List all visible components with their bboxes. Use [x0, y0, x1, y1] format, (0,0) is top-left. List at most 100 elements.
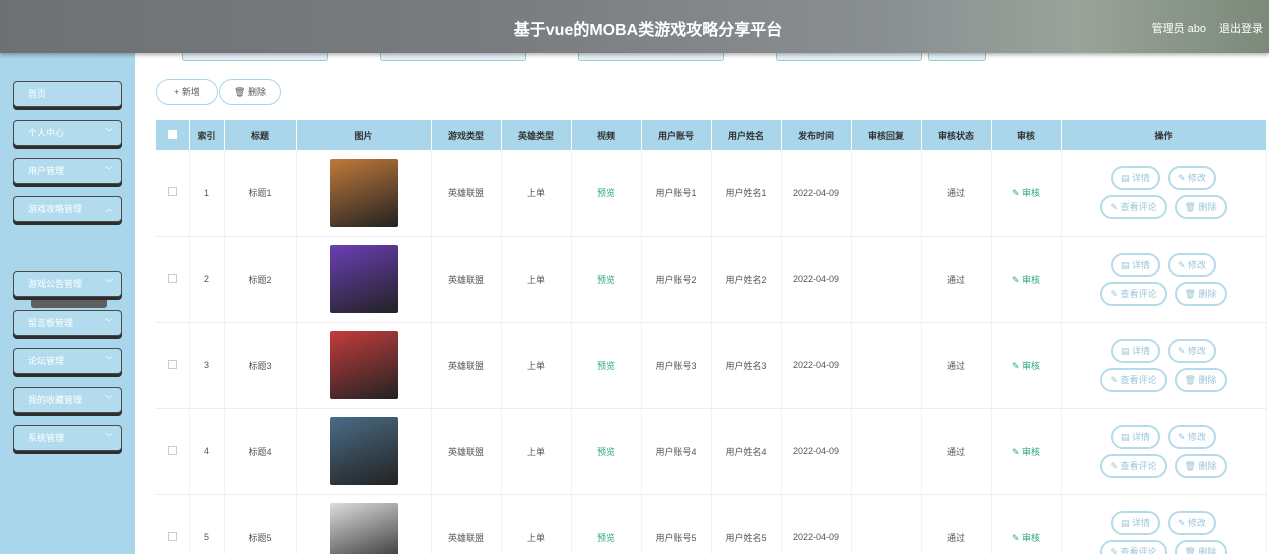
cell-game-type: 英雄联盟	[431, 322, 502, 409]
search-button-stub[interactable]	[928, 53, 986, 61]
audit-label: 审核	[1022, 188, 1041, 199]
add-button[interactable]: + 新增	[156, 79, 218, 105]
trash-icon: 🗑	[1184, 546, 1199, 554]
col-image: 图片	[296, 120, 432, 150]
cell-title: 标题1	[224, 150, 297, 237]
sidebar-item-home[interactable]: 首页	[13, 81, 122, 107]
cell-reply	[851, 150, 922, 237]
comments-button[interactable]: ✎ 查看评论	[1100, 539, 1167, 554]
cell-title: 标题5	[224, 494, 297, 554]
sidebar-item-personal[interactable]: 个人中心 ﹀	[13, 120, 122, 146]
edit-button[interactable]: ✎ 修改	[1167, 424, 1217, 449]
search-field-stub[interactable]	[776, 53, 922, 61]
cell-index: 5	[189, 494, 225, 554]
search-field-stub[interactable]	[380, 53, 526, 61]
delete-button[interactable]: 🗑 删除	[1174, 539, 1227, 554]
edit-icon: ✎	[1110, 202, 1121, 213]
thumbnail-image[interactable]	[329, 331, 398, 399]
comments-button[interactable]: ✎ 查看评论	[1100, 367, 1167, 392]
audit-link[interactable]: ✎ 审核	[1012, 361, 1040, 371]
search-field-stub[interactable]	[578, 53, 724, 61]
cell-date: 2022-04-09	[781, 494, 852, 554]
cell-title: 标题3	[224, 322, 297, 409]
delete-button[interactable]: 🗑 删除	[1174, 367, 1227, 392]
cell-title: 标题2	[224, 236, 297, 323]
preview-link[interactable]: 预览	[597, 275, 615, 285]
chevron-down-icon: ﹀	[105, 166, 113, 175]
detail-button[interactable]: ▤ 详情	[1110, 510, 1160, 535]
row-checkbox[interactable]	[156, 150, 190, 237]
detail-button[interactable]: ▤ 详情	[1110, 424, 1160, 449]
comments-button[interactable]: ✎ 查看评论	[1100, 195, 1167, 220]
col-game-type: 游戏类型	[431, 120, 502, 150]
edit-button[interactable]: ✎ 修改	[1167, 166, 1217, 191]
sidebar-item-label: 系统管理	[28, 433, 65, 443]
audit-link[interactable]: ✎ 审核	[1012, 188, 1040, 198]
row-checkbox[interactable]	[156, 236, 190, 323]
select-all-checkbox[interactable]	[156, 120, 190, 150]
sidebar-item-favorites[interactable]: 我的收藏管理 ﹀	[13, 387, 122, 413]
sidebar-item-label: 留言板管理	[28, 318, 74, 328]
delete-button[interactable]: 🗑 删除	[1174, 195, 1227, 220]
sidebar-item-label: 我的收藏管理	[28, 395, 83, 405]
cell-account: 用户账号5	[641, 494, 712, 554]
cell-actions: ▤ 详情 ✎ 修改 ✎ 查看评论 🗑 删除	[1061, 322, 1267, 409]
logout-link[interactable]: 退出登录	[1219, 20, 1263, 36]
cell-video: 预览	[571, 322, 642, 409]
sidebar-item-announcements[interactable]: 游戏公告管理 ﹀	[13, 271, 122, 297]
delete-label: 删除	[1198, 460, 1217, 471]
cell-account: 用户账号2	[641, 236, 712, 323]
thumbnail-image[interactable]	[329, 503, 398, 554]
preview-link[interactable]: 预览	[597, 188, 615, 198]
thumbnail-image[interactable]	[329, 158, 398, 227]
thumbnail-image[interactable]	[329, 245, 398, 313]
edit-icon: ✎	[1177, 345, 1189, 356]
sidebar-item-guides[interactable]: 游戏攻略管理 ︿	[13, 196, 122, 222]
row-checkbox[interactable]	[156, 494, 190, 554]
cell-actions: ▤ 详情 ✎ 修改 ✎ 查看评论 🗑 删除	[1061, 408, 1267, 495]
search-field-stub[interactable]	[182, 53, 328, 61]
col-audit: 审核	[991, 120, 1062, 150]
cell-game-type: 英雄联盟	[431, 408, 502, 495]
comments-label: 查看评论	[1120, 374, 1157, 385]
cell-name: 用户姓名3	[711, 322, 782, 409]
thumbnail-image[interactable]	[329, 417, 398, 485]
preview-link[interactable]: 预览	[597, 361, 615, 371]
table-row: 1 标题1 英雄联盟 上单 预览 用户账号1 用户姓名1 2022-04-09 …	[156, 150, 1267, 237]
sidebar-item-system[interactable]: 系统管理 ﹀	[13, 425, 122, 451]
delete-button[interactable]: 🗑 删除	[1174, 281, 1227, 306]
detail-button[interactable]: ▤ 详情	[1110, 166, 1160, 191]
cell-actions: ▤ 详情 ✎ 修改 ✎ 查看评论 🗑 删除	[1061, 236, 1267, 323]
cell-actions: ▤ 详情 ✎ 修改 ✎ 查看评论 🗑 删除	[1061, 150, 1267, 237]
sidebar-item-users[interactable]: 用户管理 ﹀	[13, 158, 122, 184]
preview-link[interactable]: 预览	[597, 447, 615, 457]
cell-status: 通过	[921, 236, 992, 323]
cell-date: 2022-04-09	[781, 236, 852, 323]
batch-delete-button[interactable]: 🗑 删除	[219, 79, 281, 105]
trash-icon: 🗑	[1184, 374, 1199, 385]
audit-link[interactable]: ✎ 审核	[1012, 275, 1040, 285]
audit-link[interactable]: ✎ 审核	[1012, 533, 1040, 543]
col-date: 发布时间	[781, 120, 852, 150]
edit-label: 修改	[1188, 173, 1207, 184]
row-checkbox[interactable]	[156, 408, 190, 495]
sidebar-item-forum[interactable]: 论坛管理 ﹀	[13, 348, 122, 374]
row-checkbox[interactable]	[156, 322, 190, 409]
edit-button[interactable]: ✎ 修改	[1167, 252, 1217, 277]
preview-link[interactable]: 预览	[597, 533, 615, 543]
cell-hero-type: 上单	[501, 236, 572, 323]
cell-audit: ✎ 审核	[991, 236, 1062, 323]
edit-button[interactable]: ✎ 修改	[1167, 338, 1217, 363]
sidebar-item-messages[interactable]: 留言板管理 ﹀	[13, 310, 122, 336]
detail-button[interactable]: ▤ 详情	[1110, 252, 1160, 277]
delete-button[interactable]: 🗑 删除	[1174, 453, 1227, 478]
comments-button[interactable]: ✎ 查看评论	[1100, 453, 1167, 478]
edit-button[interactable]: ✎ 修改	[1167, 510, 1217, 535]
detail-label: 详情	[1131, 517, 1150, 528]
cell-game-type: 英雄联盟	[431, 236, 502, 323]
audit-link[interactable]: ✎ 审核	[1012, 447, 1040, 457]
comments-button[interactable]: ✎ 查看评论	[1100, 281, 1167, 306]
sidebar-item-label: 用户管理	[28, 166, 65, 176]
detail-button[interactable]: ▤ 详情	[1110, 338, 1160, 363]
cell-image	[296, 408, 432, 495]
